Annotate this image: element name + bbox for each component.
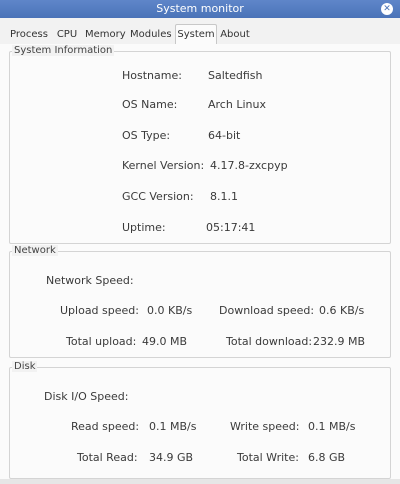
uptime-value: 05:17:41: [206, 221, 256, 234]
os-name-value: Arch Linux: [208, 98, 266, 111]
network-title: Network: [12, 245, 58, 256]
title-bar: System monitor ✕: [0, 0, 400, 18]
total-read-label: Total Read:: [77, 451, 138, 464]
upload-speed-value: 0.0 KB/s: [147, 304, 193, 317]
hostname-value: Saltedfish: [208, 69, 263, 82]
hostname-label: Hostname:: [122, 69, 182, 82]
total-upload-label: Total upload:: [66, 335, 137, 348]
read-speed-value: 0.1 MB/s: [149, 420, 197, 433]
gcc-version-label: GCC Version:: [122, 190, 194, 203]
kernel-version-label: Kernel Version:: [122, 159, 205, 172]
tab-system[interactable]: System: [175, 24, 217, 45]
network-speed-heading: Network Speed:: [46, 274, 134, 287]
tab-about[interactable]: About: [220, 26, 250, 44]
total-write-label: Total Write:: [237, 451, 299, 464]
kernel-version-value: 4.17.8-zxcpyp: [210, 159, 288, 172]
tab-process[interactable]: Process: [9, 26, 49, 44]
system-info-group: System Information Hostname: Saltedfish …: [9, 45, 391, 244]
status-bar: [0, 479, 400, 484]
upload-speed-label: Upload speed:: [60, 304, 139, 317]
system-info-title: System Information: [12, 45, 115, 56]
total-download-value: 232.9 MB: [313, 335, 366, 348]
total-upload-value: 49.0 MB: [142, 335, 188, 348]
os-type-label: OS Type:: [122, 129, 171, 142]
close-icon: ✕: [383, 4, 391, 14]
tab-modules[interactable]: Modules: [130, 26, 172, 44]
disk-io-speed-heading: Disk I/O Speed:: [44, 390, 129, 403]
total-read-value: 34.9 GB: [149, 451, 194, 464]
uptime-label: Uptime:: [122, 221, 166, 234]
download-speed-label: Download speed:: [219, 304, 315, 317]
os-name-label: OS Name:: [122, 98, 178, 111]
close-button[interactable]: ✕: [381, 3, 393, 15]
write-speed-value: 0.1 MB/s: [308, 420, 356, 433]
tab-memory[interactable]: Memory: [85, 26, 126, 44]
disk-title: Disk: [12, 361, 38, 372]
disk-group: Disk Disk I/O Speed: Read speed: 0.1 MB/…: [9, 361, 391, 479]
total-download-label: Total download:: [226, 335, 313, 348]
tab-cpu[interactable]: CPU: [55, 26, 79, 44]
download-speed-value: 0.6 KB/s: [319, 304, 365, 317]
tab-bar: Process CPU Memory Modules System About: [0, 24, 400, 45]
write-speed-label: Write speed:: [230, 420, 300, 433]
network-group: Network Network Speed: Upload speed: 0.0…: [9, 245, 391, 358]
gcc-version-value: 8.1.1: [210, 190, 238, 203]
read-speed-label: Read speed:: [71, 420, 140, 433]
total-write-value: 6.8 GB: [308, 451, 346, 464]
window-title: System monitor: [156, 2, 244, 15]
os-type-value: 64-bit: [208, 129, 241, 142]
